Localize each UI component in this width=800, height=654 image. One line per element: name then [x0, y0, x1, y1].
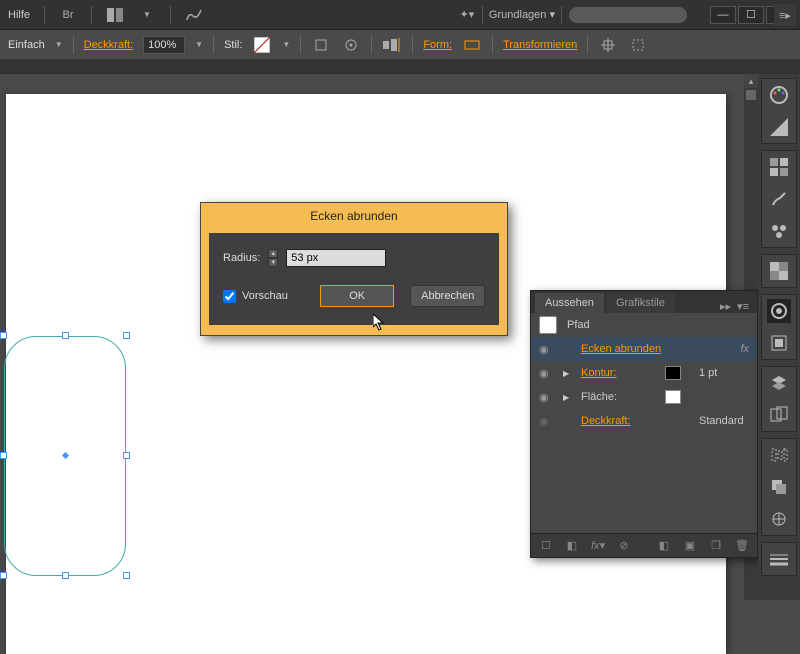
transform-label[interactable]: Transformieren [503, 39, 577, 51]
preview-checkbox[interactable]: Vorschau [223, 290, 288, 303]
new-art-basic-icon[interactable]: ☐ [539, 539, 553, 552]
tab-graphic-styles[interactable]: Grafikstile [606, 293, 675, 313]
transparency-panel-icon[interactable] [767, 259, 791, 283]
stroke-panel-icon[interactable] [767, 547, 791, 571]
opacity-label[interactable]: Deckkraft: [84, 39, 134, 51]
menu-help[interactable]: Hilfe [8, 9, 30, 21]
new-art-styled-icon[interactable]: ◧ [565, 539, 579, 552]
dialog-title: Ecken abrunden [201, 203, 507, 229]
stroke-profile[interactable]: Einfach [8, 39, 45, 51]
add-fx-icon[interactable]: fx▾ [591, 539, 605, 552]
graphic-styles-panel-icon[interactable] [767, 331, 791, 355]
minimize-button[interactable]: — [710, 6, 736, 24]
stroke-swatch[interactable] [665, 366, 681, 380]
color-panel-icon[interactable] [767, 83, 791, 107]
handle-bl[interactable] [0, 572, 7, 579]
radius-input[interactable] [286, 249, 386, 267]
handle-ml[interactable] [0, 452, 7, 459]
brushes-panel-icon[interactable] [767, 187, 791, 211]
appearance-footer: ☐ ◧ fx▾ ⊘ ◧ ▣ ❐ 🗑 [531, 533, 757, 557]
dropdown-icon[interactable]: ▼ [138, 6, 156, 24]
visibility-icon[interactable]: ◉ [539, 367, 553, 380]
isolate-icon[interactable] [598, 36, 618, 54]
maximize-button[interactable]: ☐ [738, 6, 764, 24]
radius-label: Radius: [223, 252, 260, 264]
style-label: Stil: [224, 39, 242, 51]
optbar-menu-icon[interactable]: ≡▸ [774, 4, 796, 26]
options-bar: Einfach▼ Deckkraft: ▼ Stil: ▼ Form: Tran… [0, 30, 800, 60]
visibility-icon[interactable]: ◉ [539, 415, 553, 428]
scroll-up-arrow[interactable]: ▴ [744, 74, 758, 88]
artboards-panel-icon[interactable] [767, 403, 791, 427]
tab-appearance[interactable]: Aussehen [535, 293, 604, 313]
opacity-input[interactable] [143, 36, 185, 54]
ok-button[interactable]: OK [320, 285, 395, 307]
document-tabstrip [0, 60, 800, 74]
align-icon[interactable] [382, 36, 402, 54]
menu-bar: Hilfe Br ▼ ✦▾ Grundlagen ▾ — ☐ ✕ [0, 0, 800, 30]
panel-collapse-icon[interactable]: ▸▸ [720, 300, 731, 313]
round-corners-dialog: Ecken abrunden Radius: ▲▼ Vorschau OK Ab… [200, 202, 508, 336]
shape-label[interactable]: Form: [423, 39, 452, 51]
visibility-icon[interactable]: ◉ [539, 391, 553, 404]
prefs-icon[interactable] [341, 36, 361, 54]
panel-menu-icon[interactable]: ▾≡ [737, 300, 749, 313]
appearance-opacity-row[interactable]: ◉ Deckkraft: Standard [531, 409, 757, 433]
layers-panel-icon[interactable] [767, 371, 791, 395]
expand-icon[interactable]: ▶ [563, 369, 571, 378]
handle-mr[interactable] [123, 452, 130, 459]
cancel-button[interactable]: Abbrechen [410, 285, 485, 307]
handle-bm[interactable] [62, 572, 69, 579]
appearance-panel: Aussehen Grafikstile ▸▸ ▾≡ Pfad ◉ Ecken a… [530, 290, 758, 558]
transform-panel-icon[interactable] [767, 507, 791, 531]
dock-bar [758, 74, 800, 600]
crop-icon[interactable] [628, 36, 648, 54]
search-input[interactable] [568, 6, 688, 24]
visibility-icon[interactable]: ◉ [539, 343, 553, 356]
scroll-thumb[interactable] [746, 90, 756, 100]
trash-icon[interactable]: 🗑 [735, 539, 749, 552]
doc-setup-icon[interactable] [311, 36, 331, 54]
appearance-target-row[interactable]: Pfad [531, 313, 757, 337]
align-panel-icon[interactable] [767, 443, 791, 467]
workspace-switcher[interactable]: Grundlagen ▾ [489, 8, 555, 21]
clear-icon[interactable]: ⊘ [617, 539, 631, 552]
fx-icon[interactable]: fx [740, 343, 749, 355]
dup-stroke-icon[interactable]: ◧ [657, 539, 671, 552]
target-thumb-icon [539, 316, 557, 334]
style-swatch[interactable] [252, 36, 272, 54]
handle-br[interactable] [123, 572, 130, 579]
arrange-docs-icon[interactable] [106, 6, 124, 24]
bridge-icon[interactable]: Br [59, 6, 77, 24]
fill-swatch[interactable] [665, 390, 681, 404]
dup-fill-icon[interactable]: ▣ [683, 539, 697, 552]
appearance-effect-row[interactable]: ◉ Ecken abrunden fx [531, 337, 757, 361]
symbols-panel-icon[interactable] [767, 219, 791, 243]
gpu-icon[interactable] [185, 6, 203, 24]
swatches-panel-icon[interactable] [767, 155, 791, 179]
shape-width-icon[interactable] [462, 36, 482, 54]
handle-tr[interactable] [123, 332, 130, 339]
gradient-panel-icon[interactable] [767, 115, 791, 139]
duplicate-icon[interactable]: ❐ [709, 539, 723, 552]
appearance-stroke-row[interactable]: ◉ ▶ Kontur: 1 pt [531, 361, 757, 385]
pathfinder-panel-icon[interactable] [767, 475, 791, 499]
appearance-panel-icon[interactable] [767, 299, 791, 323]
radius-stepper[interactable]: ▲▼ [268, 249, 278, 267]
expand-icon[interactable]: ▶ [563, 393, 571, 402]
handle-tm[interactable] [62, 332, 69, 339]
sparkle-icon[interactable]: ✦▾ [458, 6, 476, 24]
handle-tl[interactable] [0, 332, 7, 339]
appearance-fill-row[interactable]: ◉ ▶ Fläche: [531, 385, 757, 409]
